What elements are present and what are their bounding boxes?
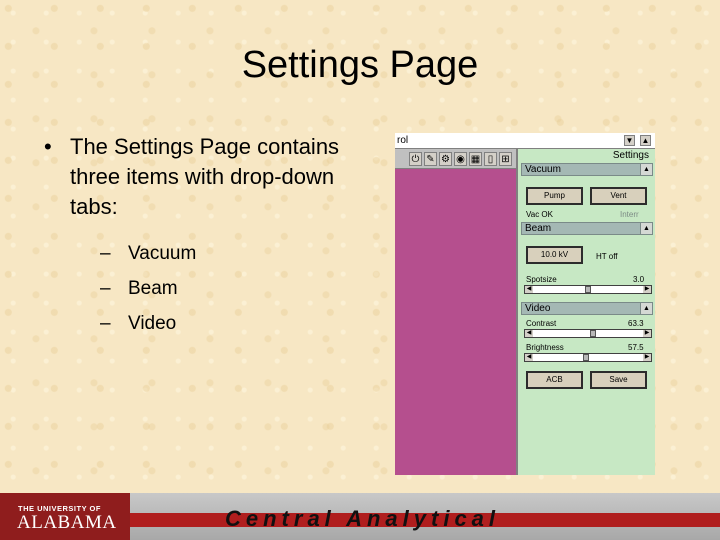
- video-section-header[interactable]: Video ▲: [521, 302, 653, 315]
- slider-left-icon[interactable]: ◀: [525, 330, 533, 337]
- pump-button[interactable]: Pump: [526, 187, 583, 205]
- ht-status: HT off: [596, 252, 618, 261]
- slider-right-icon[interactable]: ▶: [643, 286, 651, 293]
- bullet-item: • The Settings Page contains three items…: [44, 132, 364, 222]
- interrupt-status: Interr: [620, 210, 639, 219]
- save-button[interactable]: Save: [590, 371, 647, 389]
- sub-item-beam: – Beam: [100, 271, 364, 306]
- app-titlebar: rol ▼ ▲: [395, 133, 655, 149]
- spotsize-value: 3.0: [633, 275, 645, 284]
- lens-icon[interactable]: ◉: [454, 152, 467, 166]
- brightness-label: Brightness: [526, 343, 564, 352]
- section-title: Video: [525, 303, 551, 314]
- image-pane[interactable]: [395, 149, 516, 475]
- footer-band: THE UNIVERSITY OF ALABAMA Central Analyt…: [0, 493, 720, 540]
- split-icon[interactable]: ⊞: [499, 152, 512, 166]
- slider-right-icon[interactable]: ▶: [643, 354, 651, 361]
- sub-list: – Vacuum – Beam – Video: [100, 236, 364, 341]
- grid-icon[interactable]: ▦: [469, 152, 482, 166]
- collapse-arrow-icon[interactable]: ▲: [640, 164, 652, 175]
- sub-item-label: Vacuum: [128, 243, 197, 264]
- frame-icon[interactable]: ▯: [484, 152, 497, 166]
- university-name: ALABAMA: [17, 512, 117, 533]
- sub-item-label: Beam: [128, 278, 178, 299]
- spotsize-label: Spotsize: [526, 275, 557, 284]
- sub-item-vacuum: – Vacuum: [100, 236, 364, 271]
- slider-left-icon[interactable]: ◀: [525, 354, 533, 361]
- footer-tagline: Central Analytical: [225, 506, 501, 531]
- app-title: rol: [397, 135, 409, 146]
- sub-item-video: – Video: [100, 306, 364, 341]
- scroll-up-icon[interactable]: ▲: [640, 135, 651, 146]
- dash-marker: –: [100, 278, 111, 299]
- beam-icon[interactable]: ✎: [424, 152, 437, 166]
- dash-marker: –: [100, 313, 111, 334]
- section-title: Vacuum: [525, 164, 561, 175]
- section-title: Beam: [525, 223, 552, 234]
- bullet-list: • The Settings Page contains three items…: [44, 132, 364, 341]
- spotsize-slider-thumb[interactable]: [585, 286, 591, 293]
- control-app-screenshot: rol ▼ ▲ ⏻ ✎ ⚙ ◉ ▦ ▯ ⊞ Settings Vacuum ▲ …: [395, 133, 655, 475]
- bullet-text: The Settings Page contains three items w…: [70, 134, 340, 219]
- contrast-label: Contrast: [526, 319, 557, 328]
- slider-right-icon[interactable]: ▶: [643, 330, 651, 337]
- settings-pane: Settings Vacuum ▲ Pump Vent Vac OK Inter…: [516, 149, 655, 475]
- vacuum-status: Vac OK: [526, 210, 553, 219]
- dash-marker: –: [100, 243, 111, 264]
- brightness-slider-thumb[interactable]: [582, 354, 589, 361]
- settings-caption: Settings: [612, 150, 649, 161]
- vacuum-section-header[interactable]: Vacuum ▲: [521, 163, 653, 176]
- acb-button[interactable]: ACB: [526, 371, 583, 389]
- contrast-slider-thumb[interactable]: [590, 330, 597, 337]
- spotsize-slider[interactable]: ◀ ▶: [524, 285, 652, 294]
- sub-item-label: Video: [128, 313, 177, 334]
- vent-button[interactable]: Vent: [590, 187, 647, 205]
- slide-title: Settings Page: [241, 44, 479, 86]
- kv-button[interactable]: 10.0 kV: [526, 246, 583, 264]
- bullet-marker: •: [44, 134, 52, 159]
- collapse-arrow-icon[interactable]: ▲: [640, 303, 652, 314]
- beam-section-header[interactable]: Beam ▲: [521, 222, 653, 235]
- brightness-slider[interactable]: ◀ ▶: [524, 353, 652, 362]
- slider-left-icon[interactable]: ◀: [525, 286, 533, 293]
- power-icon[interactable]: ⏻: [409, 152, 422, 166]
- app-toolbar: ⏻ ✎ ⚙ ◉ ▦ ▯ ⊞: [395, 149, 516, 169]
- university-logo-block: THE UNIVERSITY OF ALABAMA: [0, 493, 130, 540]
- collapse-arrow-icon[interactable]: ▲: [640, 223, 652, 234]
- brightness-value: 57.5: [628, 343, 644, 352]
- contrast-slider[interactable]: ◀ ▶: [524, 329, 652, 338]
- stage-icon[interactable]: ⚙: [439, 152, 452, 166]
- dropdown-arrow-icon[interactable]: ▼: [624, 135, 635, 146]
- contrast-value: 63.3: [628, 319, 644, 328]
